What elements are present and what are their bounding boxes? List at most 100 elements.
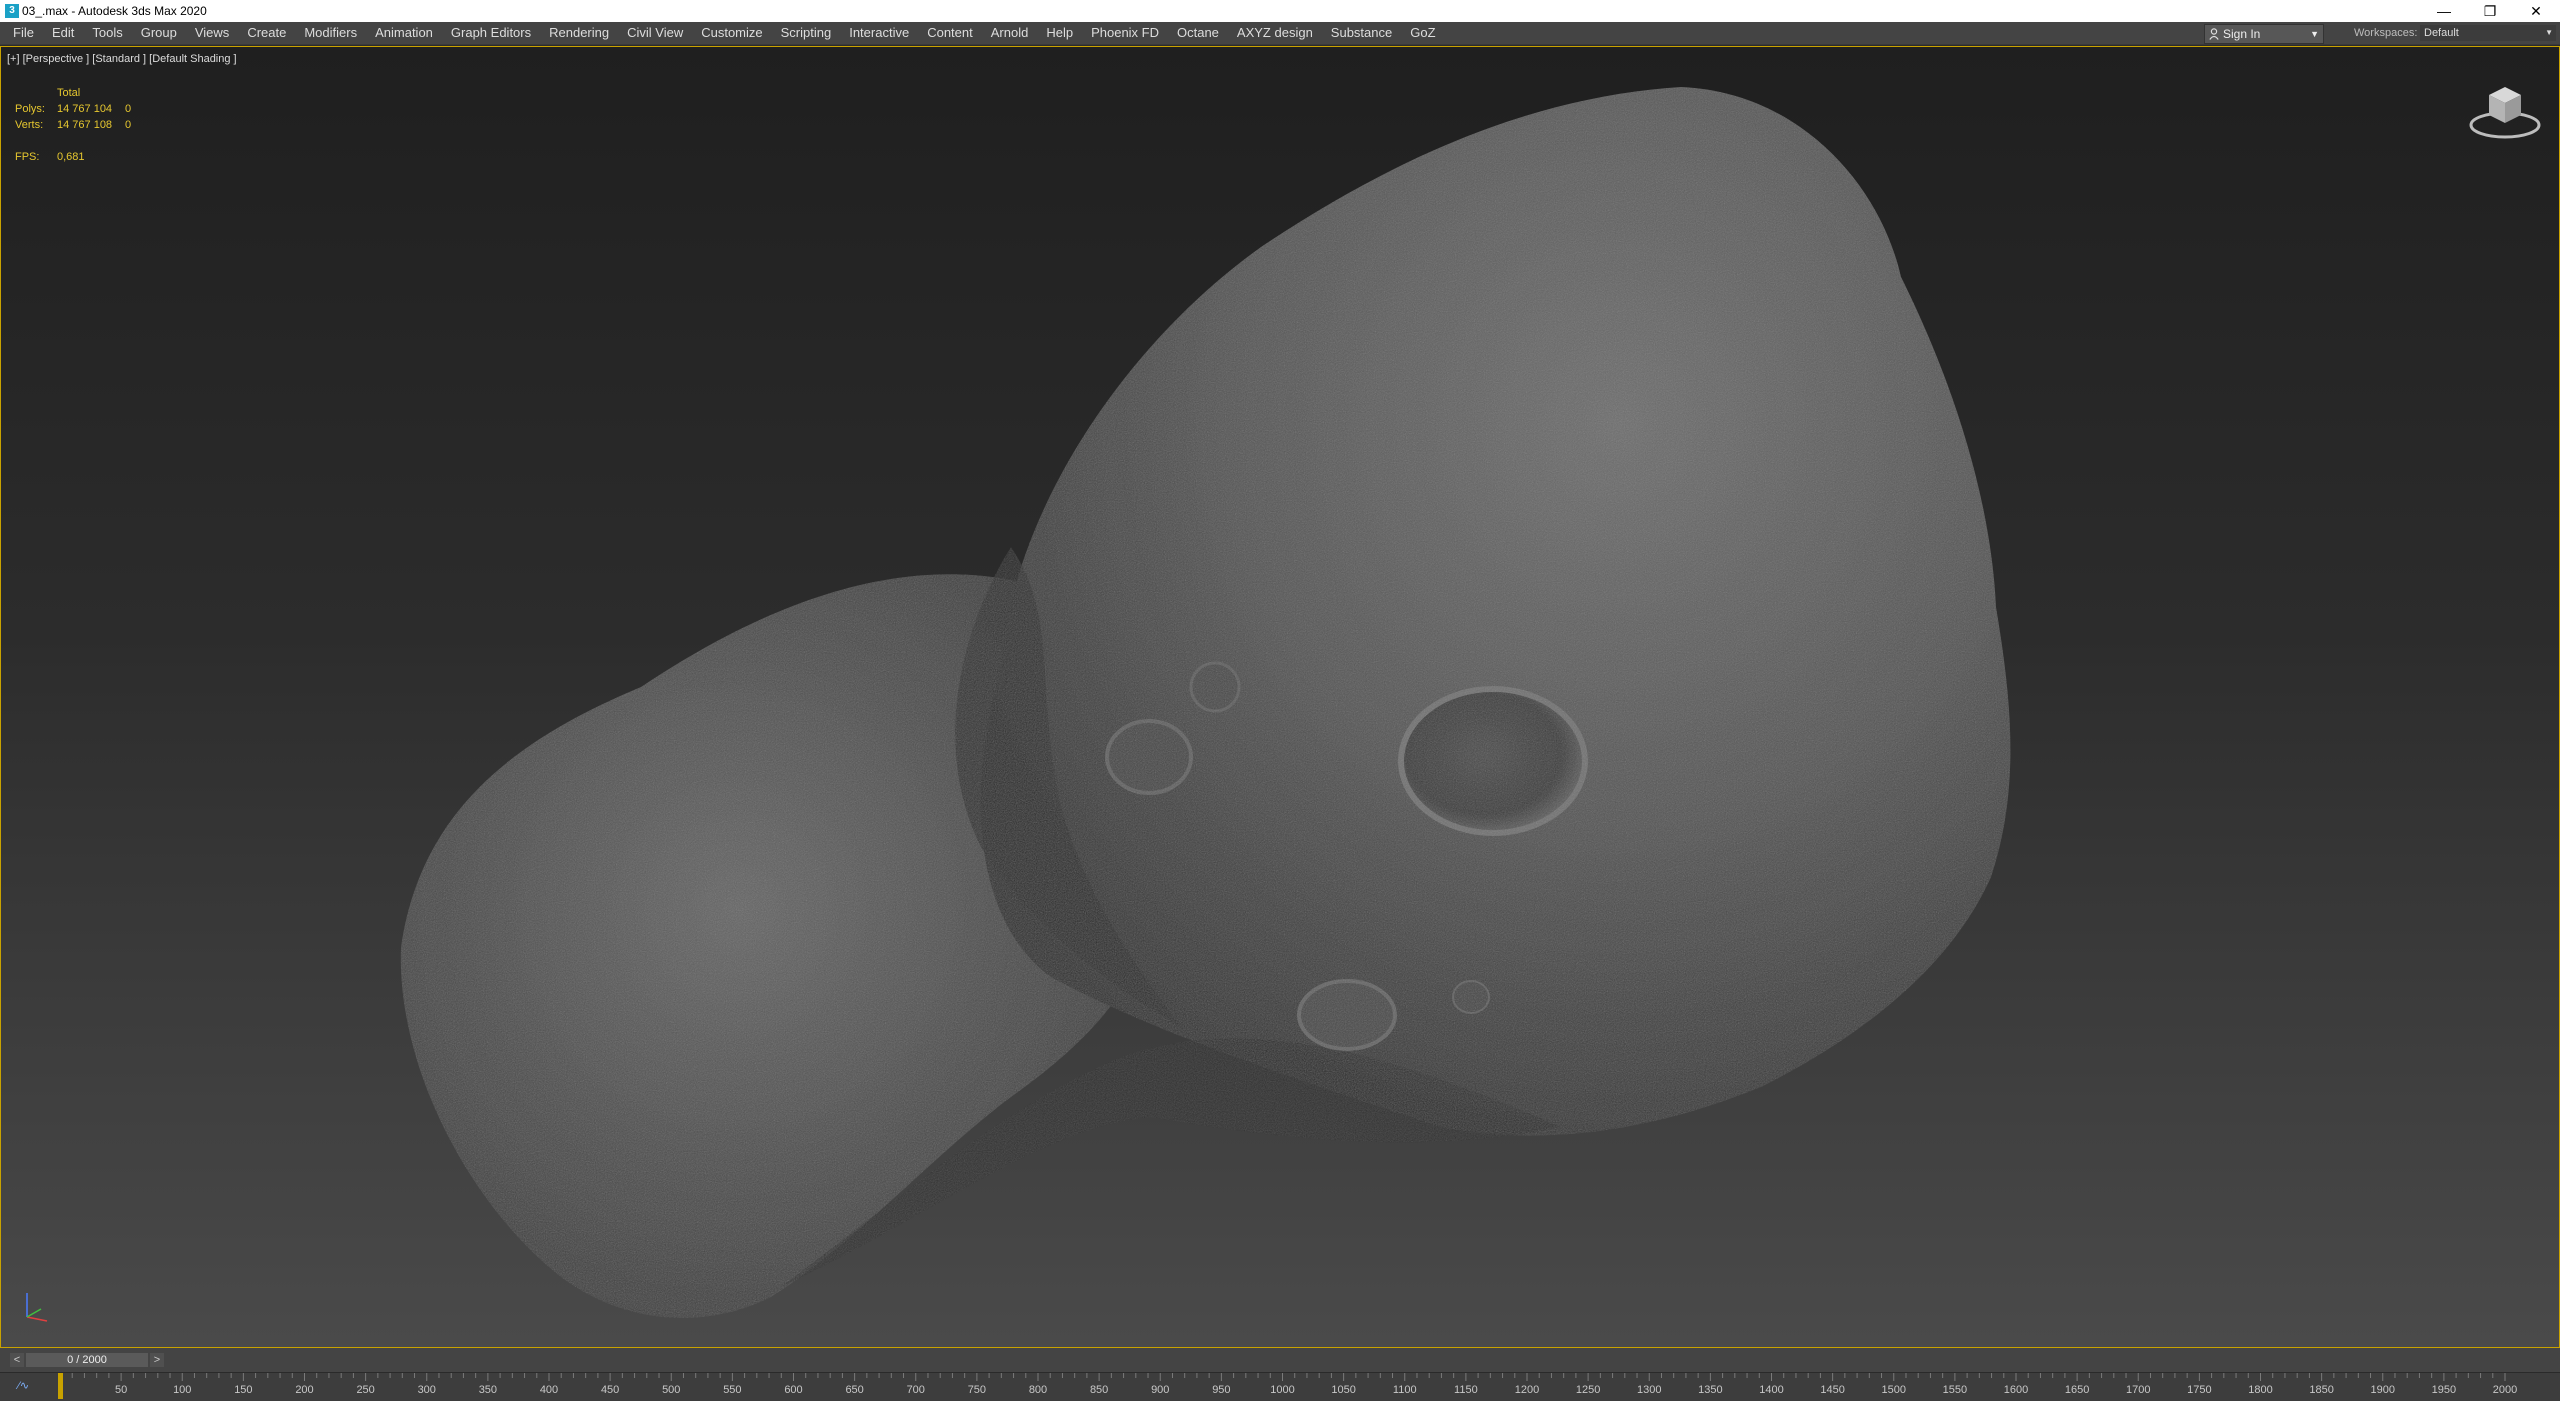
track-tick-label: 1150 [1454, 1384, 1478, 1396]
track-tick-label: 100 [173, 1384, 191, 1396]
crater-small [1189, 661, 1241, 713]
track-tick-label: 1450 [1820, 1384, 1844, 1396]
track-tick-label: 550 [723, 1384, 741, 1396]
sign-in-dropdown[interactable]: Sign In ▼ [2204, 24, 2324, 44]
track-bar-icon[interactable]: ⁄∿ [18, 1379, 29, 1392]
stats-fps-value: 0,681 [57, 151, 85, 163]
menu-file[interactable]: File [4, 22, 43, 44]
track-tick-label: 300 [418, 1384, 436, 1396]
track-tick-label: 700 [907, 1384, 925, 1396]
stats-fps-label: FPS: [15, 151, 40, 163]
minimize-button[interactable]: — [2421, 0, 2467, 22]
menu-animation[interactable]: Animation [366, 22, 442, 44]
viewport-label[interactable]: [+] [Perspective ] [Standard ] [Default … [7, 53, 237, 65]
track-tick-label: 900 [1151, 1384, 1169, 1396]
current-frame-marker[interactable] [58, 1373, 63, 1399]
track-tick-label: 350 [479, 1384, 497, 1396]
perspective-viewport[interactable]: [+] [Perspective ] [Standard ] [Default … [0, 46, 2560, 1348]
user-icon [2209, 28, 2219, 40]
track-tick-label: 1200 [1515, 1384, 1539, 1396]
track-tick-label: 1500 [1882, 1384, 1906, 1396]
menu-items: File Edit Tools Group Views Create Modifiers An… [4, 22, 1445, 44]
track-tick-label: 1350 [1698, 1384, 1722, 1396]
track-tick-label: 850 [1090, 1384, 1108, 1396]
app-icon: 3 [5, 4, 19, 18]
menu-help[interactable]: Help [1037, 22, 1082, 44]
dropdown-arrow-icon: ▼ [2545, 28, 2553, 37]
track-tick-label: 800 [1029, 1384, 1047, 1396]
menu-interactive[interactable]: Interactive [840, 22, 918, 44]
menu-content[interactable]: Content [918, 22, 982, 44]
menu-tools[interactable]: Tools [83, 22, 131, 44]
track-tick-label: 650 [845, 1384, 863, 1396]
axis-tripod-icon [26, 1293, 48, 1322]
time-slider-next-button[interactable]: > [150, 1353, 164, 1367]
time-slider-thumb[interactable]: 0 / 2000 [26, 1353, 148, 1367]
track-tick-label: 1400 [1759, 1384, 1783, 1396]
crater-lower-small [1452, 980, 1490, 1014]
track-bar[interactable]: 50 100 150 200 250 300 350 400 450 500 550 600 650 70… [0, 1372, 2560, 1401]
menu-substance[interactable]: Substance [1322, 22, 1401, 44]
menu-axyz-design[interactable]: AXYZ design [1228, 22, 1322, 44]
track-tick-label: 1800 [2248, 1384, 2272, 1396]
menu-edit[interactable]: Edit [43, 22, 83, 44]
stats-verts-label: Verts: [15, 119, 44, 131]
stats-verts-selected: 0 [125, 119, 132, 131]
track-tick-label: 1550 [1943, 1384, 1967, 1396]
track-tick-label: 150 [234, 1384, 252, 1396]
time-slider-prev-button[interactable]: < [10, 1353, 24, 1367]
track-tick-label: 1300 [1637, 1384, 1661, 1396]
track-tick-label: 750 [968, 1384, 986, 1396]
track-tick-label: 1650 [2065, 1384, 2089, 1396]
stats-polys-selected: 0 [125, 103, 132, 115]
menu-octane[interactable]: Octane [1168, 22, 1228, 44]
sign-in-label: Sign In [2223, 27, 2261, 41]
track-tick-label: 1050 [1331, 1384, 1355, 1396]
track-tick-label: 400 [540, 1384, 558, 1396]
track-tick-label: 1750 [2187, 1384, 2211, 1396]
track-tick-label: 1250 [1576, 1384, 1600, 1396]
track-tick-label: 1950 [2432, 1384, 2456, 1396]
restore-button[interactable]: ❐ [2467, 0, 2513, 22]
track-tick-label: 1900 [2371, 1384, 2395, 1396]
window-title: 03_.max - Autodesk 3ds Max 2020 [22, 4, 207, 18]
menu-customize[interactable]: Customize [692, 22, 771, 44]
menu-phoenix-fd[interactable]: Phoenix FD [1082, 22, 1168, 44]
crater-medium [1105, 719, 1193, 795]
track-tick-label: 200 [295, 1384, 313, 1396]
menu-graph-editors[interactable]: Graph Editors [442, 22, 540, 44]
time-slider-bar: < 0 / 2000 > [0, 1348, 2560, 1372]
stats-verts-value: 14 767 108 [57, 119, 113, 131]
track-tick-label: 500 [662, 1384, 680, 1396]
crater-large [1398, 686, 1588, 836]
menu-rendering[interactable]: Rendering [540, 22, 618, 44]
workspaces-select[interactable]: Default ▼ [2420, 25, 2556, 41]
menu-civil-view[interactable]: Civil View [618, 22, 692, 44]
track-tick-label: 1700 [2126, 1384, 2150, 1396]
dropdown-arrow-icon: ▼ [2310, 29, 2319, 39]
track-tick-label: 1100 [1393, 1384, 1417, 1396]
menu-group[interactable]: Group [132, 22, 186, 44]
track-tick-label: 600 [784, 1384, 802, 1396]
stats-total-label: Total [57, 87, 81, 99]
asteroid-mesh[interactable] [1, 47, 2559, 1347]
stats-polys-value: 14 767 104 [57, 103, 113, 115]
track-tick-label: 250 [356, 1384, 374, 1396]
track-tick-label: 950 [1212, 1384, 1230, 1396]
menu-goz[interactable]: GoZ [1401, 22, 1444, 44]
menu-views[interactable]: Views [186, 22, 238, 44]
track-tick-label: 50 [115, 1384, 127, 1396]
window-titlebar: 3 03_.max - Autodesk 3ds Max 2020 — ❐ ✕ [0, 0, 2560, 22]
track-ruler[interactable]: 50 100 150 200 250 300 350 400 450 500 550 600 650 70… [0, 1373, 2560, 1401]
viewcube-icon[interactable] [2467, 81, 2543, 143]
stats-polys-label: Polys: [15, 103, 45, 115]
crater-lower [1297, 979, 1397, 1051]
menu-create[interactable]: Create [238, 22, 295, 44]
workspaces-label: Workspaces: [2354, 27, 2418, 39]
menu-scripting[interactable]: Scripting [772, 22, 841, 44]
close-button[interactable]: ✕ [2513, 0, 2559, 22]
track-tick-label: 1000 [1270, 1384, 1294, 1396]
menu-modifiers[interactable]: Modifiers [295, 22, 366, 44]
menu-arnold[interactable]: Arnold [982, 22, 1038, 44]
track-tick-label: 1600 [2004, 1384, 2028, 1396]
